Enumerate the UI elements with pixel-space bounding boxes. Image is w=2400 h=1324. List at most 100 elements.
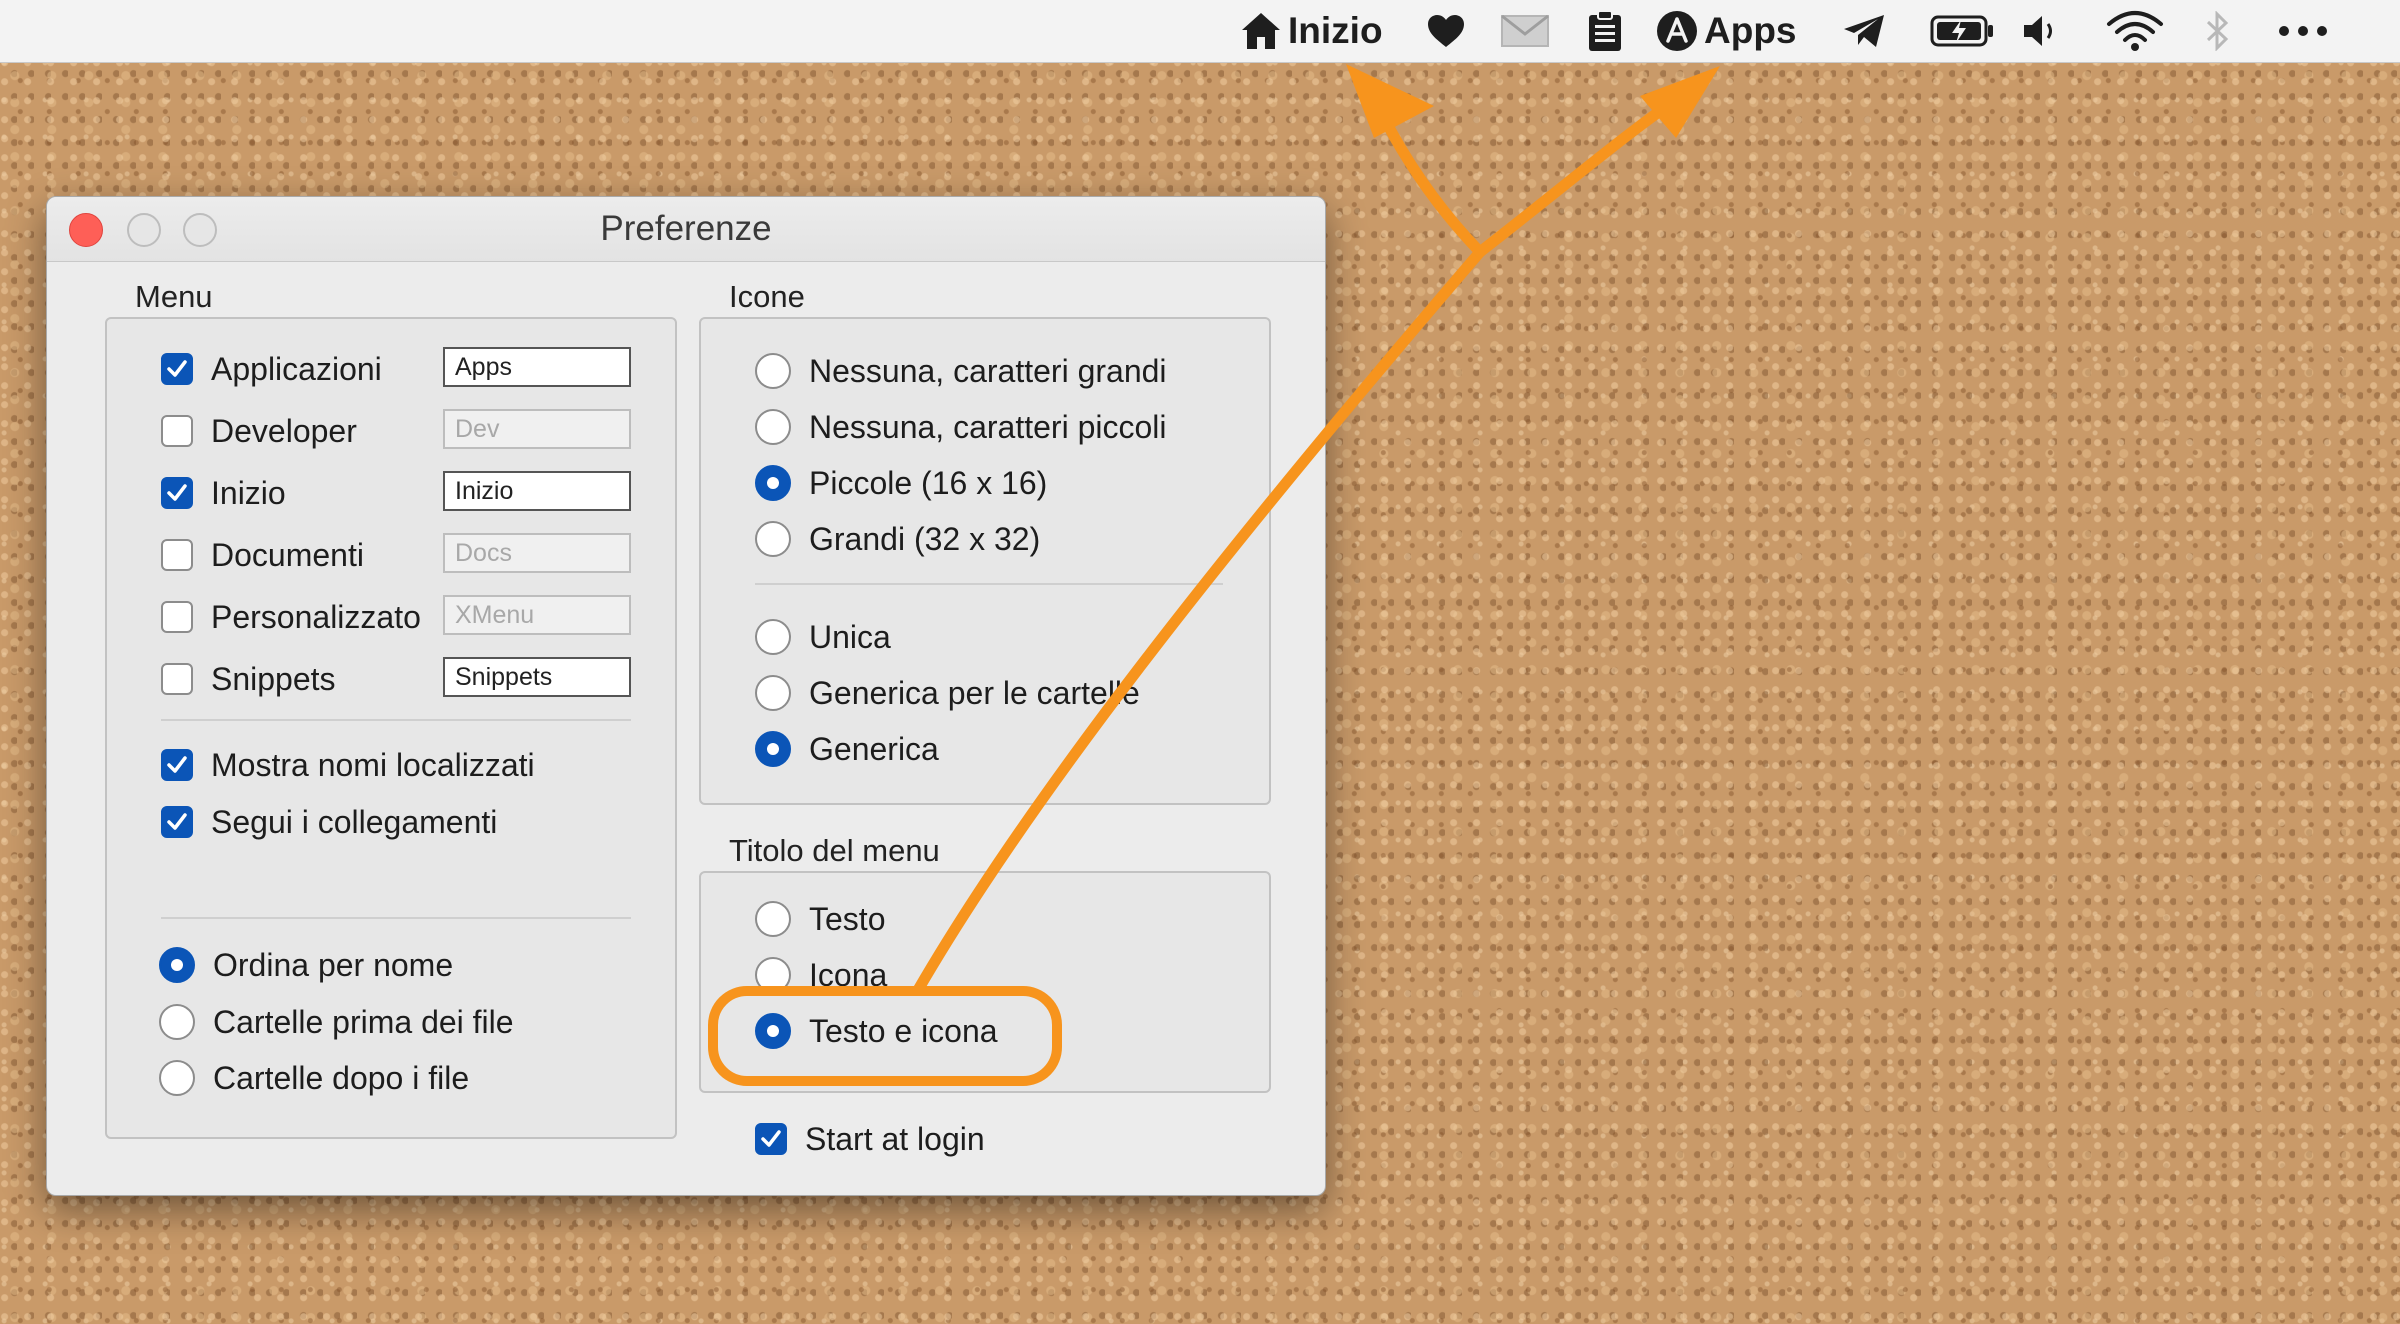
arrowhead-apps (1640, 66, 1720, 138)
icon-none-large[interactable]: Nessuna, caratteri grandi (755, 349, 1167, 393)
menu-bar: Inizio Apps (0, 0, 2400, 63)
sort-folders-first[interactable]: Cartelle prima dei file (159, 1000, 514, 1044)
menu-item-snippets[interactable]: Snippets (161, 657, 336, 701)
large-radio[interactable] (755, 521, 791, 557)
follow-links-label: Segui i collegamenti (211, 803, 498, 840)
start-at-login-checkbox[interactable] (755, 1123, 787, 1155)
text-and-icon-label: Testo e icona (809, 1012, 998, 1049)
title-icon[interactable]: Icona (755, 953, 887, 997)
menu-item-documenti[interactable]: Documenti (161, 533, 364, 577)
folders-last-label: Cartelle dopo i file (213, 1059, 470, 1096)
small-radio[interactable] (755, 465, 791, 501)
documenti-field[interactable]: Docs (443, 533, 631, 573)
house-icon (1240, 11, 1282, 51)
applicazioni-checkbox[interactable] (161, 353, 193, 385)
bluetooth-icon[interactable] (2204, 0, 2232, 62)
clipboard-icon[interactable] (1586, 0, 1624, 62)
applicazioni-field[interactable]: Apps (443, 347, 631, 387)
volume-icon[interactable] (2022, 0, 2066, 62)
none-large-label: Nessuna, caratteri grandi (809, 352, 1167, 389)
folders-last-radio[interactable] (159, 1060, 195, 1096)
menu-item-developer[interactable]: Developer (161, 409, 357, 453)
start-at-login[interactable]: Start at login (755, 1117, 985, 1161)
option-follow-links[interactable]: Segui i collegamenti (161, 800, 497, 844)
separator (161, 917, 631, 919)
battery-charging-icon[interactable] (1930, 0, 1996, 62)
titolo-section-label: Titolo del menu (729, 833, 940, 868)
more-icon[interactable] (2278, 0, 2328, 62)
inizio-label: Inizio (211, 474, 286, 511)
icon-label: Icona (809, 956, 888, 993)
unica-radio[interactable] (755, 619, 791, 655)
developer-checkbox[interactable] (161, 415, 193, 447)
developer-label: Developer (211, 412, 357, 449)
inizio-field[interactable]: Inizio (443, 471, 631, 511)
checkmark-icon (167, 756, 187, 773)
menu-group: Applicazioni Apps Developer Dev Inizio I… (105, 317, 677, 1139)
title-text-and-icon[interactable]: Testo e icona (755, 1009, 998, 1053)
preferences-window: Preferenze Menu Applicazioni Apps Develo… (46, 196, 1326, 1196)
wifi-icon[interactable] (2106, 0, 2164, 62)
sort-by-name-radio[interactable] (159, 947, 195, 983)
icon-large[interactable]: Grandi (32 x 32) (755, 517, 1040, 561)
text-and-icon-radio[interactable] (755, 1013, 791, 1049)
option-localized-names[interactable]: Mostra nomi localizzati (161, 743, 535, 787)
icone-section-label: Icone (729, 279, 805, 314)
personalizzato-checkbox[interactable] (161, 601, 193, 633)
text-radio[interactable] (755, 901, 791, 937)
menu-extra-inizio-label: Inizio (1288, 10, 1383, 51)
icon-small[interactable]: Piccole (16 x 16) (755, 461, 1047, 505)
none-small-radio[interactable] (755, 409, 791, 445)
heart-icon[interactable] (1426, 0, 1466, 62)
titolo-group: Testo Icona Testo e icona (699, 871, 1271, 1093)
icon-type-generic[interactable]: Generica (755, 727, 939, 771)
localized-names-checkbox[interactable] (161, 749, 193, 781)
checkmark-icon (167, 813, 187, 830)
small-label: Piccole (16 x 16) (809, 464, 1048, 501)
telegram-icon[interactable] (1842, 0, 1886, 62)
snippets-field[interactable]: Snippets (443, 657, 631, 697)
developer-field[interactable]: Dev (443, 409, 631, 449)
personalizzato-field[interactable]: XMenu (443, 595, 631, 635)
icon-type-generic-folders[interactable]: Generica per le cartelle (755, 671, 1140, 715)
arrowhead-inizio (1346, 64, 1434, 138)
folders-first-radio[interactable] (159, 1004, 195, 1040)
checkmark-icon (167, 484, 187, 501)
applicazioni-label: Applicazioni (211, 350, 382, 387)
inizio-checkbox[interactable] (161, 477, 193, 509)
app-store-icon (1656, 10, 1698, 52)
annotation-arrow-apps (1474, 84, 1696, 258)
mail-icon[interactable] (1500, 0, 1550, 62)
documenti-checkbox[interactable] (161, 539, 193, 571)
personalizzato-label: Personalizzato (211, 598, 421, 635)
generic-folders-radio[interactable] (755, 675, 791, 711)
generic-label: Generica (809, 730, 939, 767)
icon-none-small[interactable]: Nessuna, caratteri piccoli (755, 405, 1166, 449)
annotation-arrow-inizio (1374, 104, 1486, 258)
checkmark-icon (167, 360, 187, 377)
menu-item-inizio[interactable]: Inizio (161, 471, 286, 515)
snippets-label: Snippets (211, 660, 336, 697)
separator (161, 719, 631, 721)
icone-group: Nessuna, caratteri grandi Nessuna, carat… (699, 317, 1271, 805)
menu-item-applicazioni[interactable]: Applicazioni (161, 347, 382, 391)
snippets-checkbox[interactable] (161, 663, 193, 695)
documenti-label: Documenti (211, 536, 364, 573)
generic-radio[interactable] (755, 731, 791, 767)
sort-by-name[interactable]: Ordina per nome (159, 943, 453, 987)
large-label: Grandi (32 x 32) (809, 520, 1041, 557)
separator (755, 583, 1223, 585)
menu-extra-apps[interactable]: Apps (1656, 0, 1797, 62)
follow-links-checkbox[interactable] (161, 806, 193, 838)
sort-folders-last[interactable]: Cartelle dopo i file (159, 1056, 469, 1100)
generic-folders-label: Generica per le cartelle (809, 674, 1140, 711)
menu-extra-inizio[interactable]: Inizio (1240, 0, 1383, 62)
none-large-radio[interactable] (755, 353, 791, 389)
localized-names-label: Mostra nomi localizzati (211, 746, 535, 783)
icon-type-unica[interactable]: Unica (755, 615, 891, 659)
icon-radio[interactable] (755, 957, 791, 993)
title-bar[interactable]: Preferenze (47, 197, 1325, 262)
start-at-login-label: Start at login (805, 1120, 985, 1157)
menu-item-personalizzato[interactable]: Personalizzato (161, 595, 425, 639)
title-text[interactable]: Testo (755, 897, 885, 941)
